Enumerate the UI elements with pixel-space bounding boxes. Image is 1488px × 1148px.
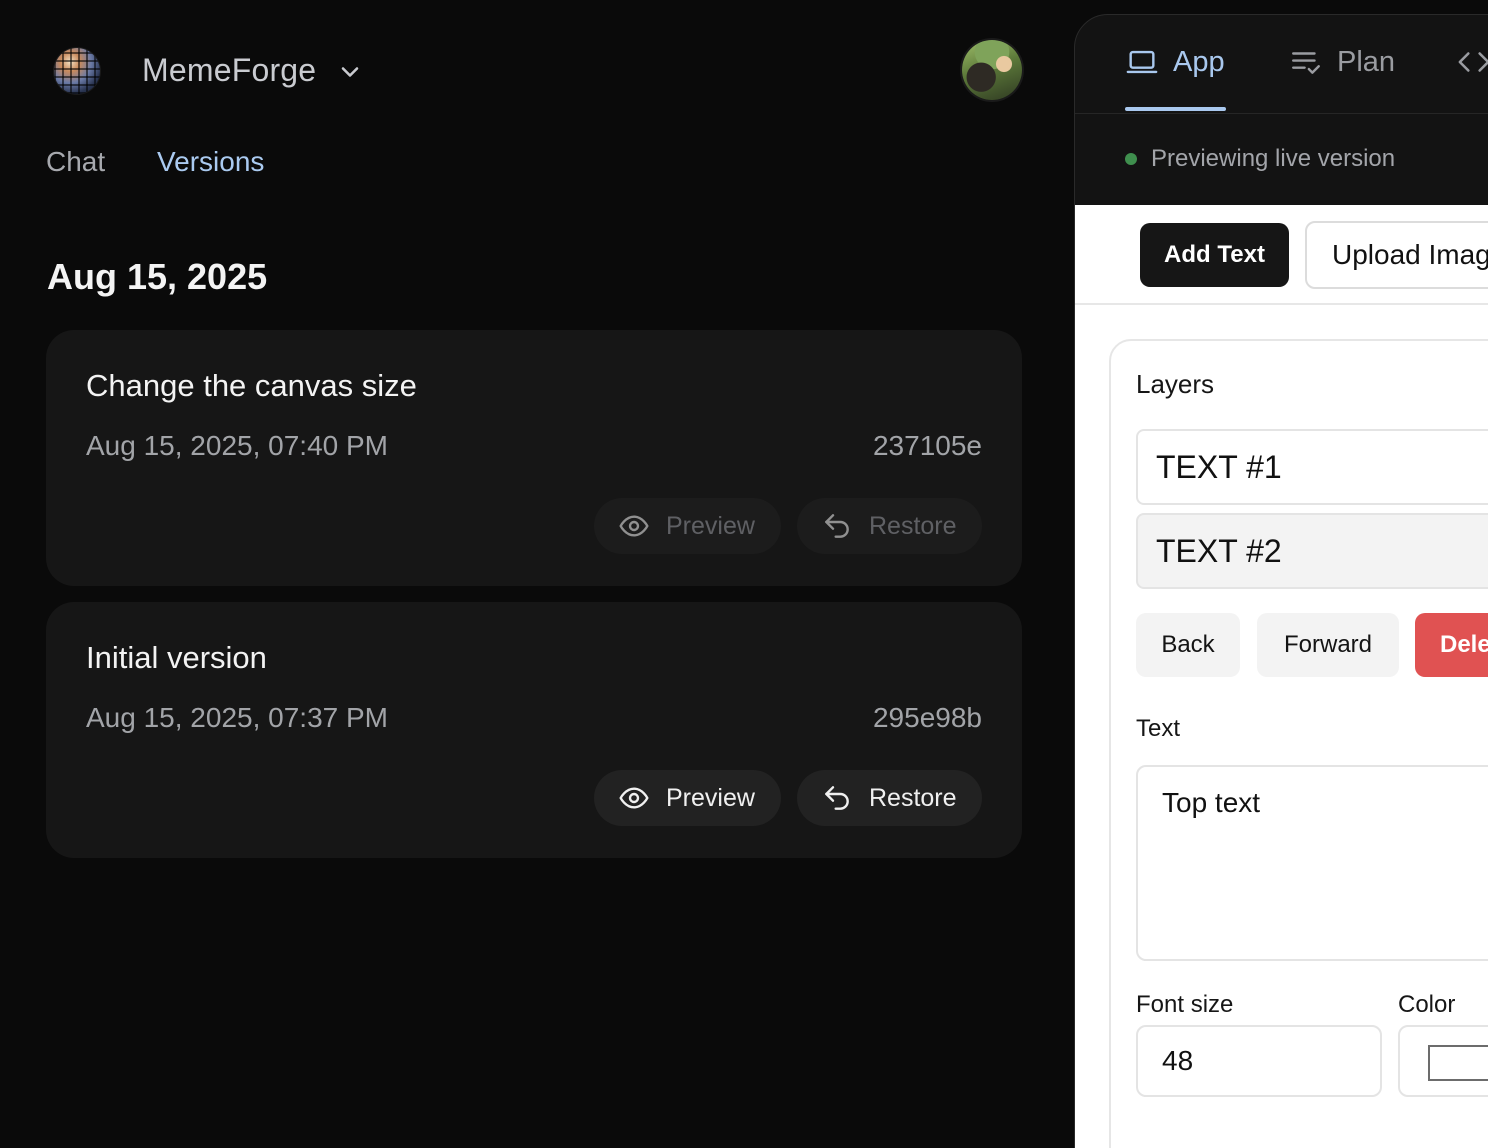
versions-panel: MemeForge Chat Versions Aug 15, 2025 Cha…	[0, 0, 1076, 1148]
version-card: Initial version Aug 15, 2025, 07:37 PM 2…	[46, 602, 1022, 858]
editor-toolbar: Add Text Upload Imag	[1075, 205, 1488, 305]
tab-versions[interactable]: Versions	[157, 146, 264, 178]
layers-panel: Layers TEXT #1 TEXT #2 Back Forward Dele…	[1109, 339, 1488, 1148]
preview-status: Previewing live version	[1125, 145, 1395, 173]
eye-icon	[619, 515, 649, 537]
send-back-button[interactable]: Back	[1136, 613, 1240, 677]
restore-button[interactable]: Restore	[797, 770, 982, 826]
tab-app[interactable]: App	[1125, 45, 1225, 79]
font-size-input[interactable]: 48	[1136, 1025, 1382, 1097]
tab-code[interactable]	[1457, 45, 1488, 79]
chevron-down-icon[interactable]	[336, 58, 364, 86]
eye-icon	[619, 787, 649, 809]
upload-image-button[interactable]: Upload Imag	[1305, 221, 1488, 289]
status-dot	[1125, 153, 1137, 165]
divider	[1075, 113, 1488, 114]
layer-item[interactable]: TEXT #1	[1136, 429, 1488, 505]
color-picker[interactable]	[1398, 1025, 1488, 1097]
code-brackets-icon	[1458, 52, 1488, 72]
version-timestamp: Aug 15, 2025, 07:37 PM	[86, 702, 388, 733]
top-bar: MemeForge	[46, 38, 1022, 102]
text-label: Text	[1136, 715, 1181, 742]
layer-item-selected[interactable]: TEXT #2	[1136, 513, 1488, 589]
laptop-icon	[1126, 50, 1158, 74]
font-size-label: Font size	[1136, 991, 1234, 1018]
restore-button[interactable]: Restore	[797, 498, 982, 554]
version-card: Change the canvas size Aug 15, 2025, 07:…	[46, 330, 1022, 586]
layers-heading: Layers	[1136, 369, 1215, 399]
undo-arrow-icon	[825, 514, 849, 538]
date-heading: Aug 15, 2025	[47, 256, 268, 297]
user-avatar[interactable]	[962, 40, 1022, 100]
undo-arrow-icon	[825, 786, 849, 810]
disco-ball-logo[interactable]	[54, 48, 100, 94]
preview-label: Preview	[666, 511, 755, 540]
color-swatch	[1428, 1045, 1488, 1081]
restore-label: Restore	[869, 511, 957, 540]
app-switcher-label[interactable]: MemeForge	[142, 52, 316, 89]
preview-tabs: App Plan	[1075, 15, 1488, 115]
tab-chat[interactable]: Chat	[46, 146, 105, 178]
preview-button[interactable]: Preview	[594, 770, 781, 826]
preview-label: Preview	[666, 783, 755, 812]
add-text-button[interactable]: Add Text	[1140, 223, 1289, 287]
version-title: Change the canvas size	[86, 368, 417, 403]
active-tab-indicator	[1125, 107, 1226, 111]
text-input[interactable]: Top text	[1136, 765, 1488, 961]
version-title: Initial version	[86, 640, 267, 675]
bring-forward-button[interactable]: Forward	[1257, 613, 1399, 677]
tab-app-label: App	[1173, 45, 1225, 78]
tab-plan[interactable]: Plan	[1289, 45, 1395, 79]
version-hash: 295e98b	[872, 702, 982, 733]
status-text: Previewing live version	[1151, 145, 1396, 172]
color-label: Color	[1398, 991, 1456, 1018]
list-check-icon	[1292, 52, 1320, 74]
preview-button[interactable]: Preview	[594, 498, 781, 554]
tab-plan-label: Plan	[1337, 45, 1396, 78]
delete-layer-button[interactable]: Dele	[1415, 613, 1488, 677]
version-hash: 237105e	[872, 430, 982, 461]
preview-pane: App Plan Previewing live version Add Tex…	[1074, 14, 1488, 1148]
app-root: MemeForge Chat Versions Aug 15, 2025 Cha…	[0, 0, 1488, 1148]
app-preview: Add Text Upload Imag Layers TEXT #1 TEXT…	[1075, 205, 1488, 1148]
restore-label: Restore	[869, 783, 957, 812]
version-timestamp: Aug 15, 2025, 07:40 PM	[86, 430, 388, 461]
